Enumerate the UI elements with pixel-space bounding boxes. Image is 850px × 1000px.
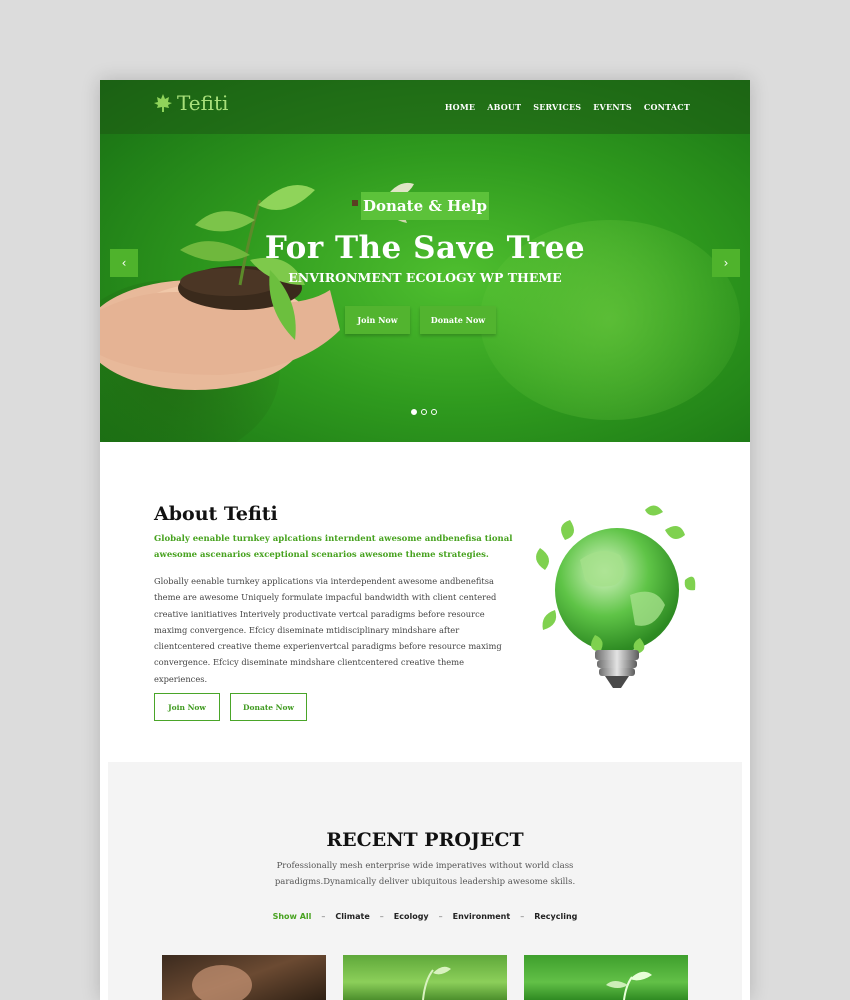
hero-title: For The Save Tree	[264, 230, 586, 266]
slider-dot[interactable]	[431, 409, 437, 415]
projects-title: RECENT PROJECT	[326, 829, 524, 851]
project-thumbnail[interactable]	[343, 955, 507, 1000]
project-thumbnail[interactable]	[524, 955, 688, 1000]
project-thumbnail[interactable]	[162, 955, 326, 1000]
filter-separator: –	[520, 912, 525, 921]
site-logo[interactable]: Tefiti	[153, 91, 228, 115]
nav-events[interactable]: EVENTS	[593, 102, 632, 112]
main-nav: HOME ABOUT SERVICES EVENTS CONTACT	[445, 102, 690, 112]
slider-dot[interactable]	[411, 409, 417, 415]
about-title: About Tefiti	[154, 503, 278, 525]
nav-home[interactable]: HOME	[445, 102, 475, 112]
project-filters: Show All – Climate – Ecology – Environme…	[108, 912, 742, 921]
maple-leaf-icon	[154, 94, 172, 112]
filter-recycling[interactable]: Recycling	[534, 912, 577, 921]
slider-next-button[interactable]: ›	[712, 249, 740, 277]
page-frame: Tefiti HOME ABOUT SERVICES EVENTS CONTAC…	[100, 80, 750, 1000]
slider-dots	[411, 409, 437, 415]
hero-subtitle: ENVIRONMENT ECOLOGY WP THEME	[288, 270, 562, 285]
filter-show-all[interactable]: Show All	[273, 912, 312, 921]
filter-separator: –	[438, 912, 443, 921]
project-image	[606, 971, 652, 1000]
logo-text: Tefiti	[177, 91, 229, 115]
slider-dot[interactable]	[421, 409, 427, 415]
chevron-left-icon: ‹	[121, 256, 127, 270]
project-image	[192, 965, 252, 1000]
eco-lightbulb-image	[536, 505, 696, 688]
recent-projects-section: RECENT PROJECT Professionally mesh enter…	[108, 762, 742, 1000]
filter-climate[interactable]: Climate	[335, 912, 369, 921]
nav-contact[interactable]: CONTACT	[644, 102, 690, 112]
filter-separator: –	[321, 912, 326, 921]
slider-prev-button[interactable]: ‹	[110, 249, 138, 277]
filter-environment[interactable]: Environment	[453, 912, 511, 921]
project-image	[422, 966, 451, 1000]
nav-about[interactable]: ABOUT	[487, 102, 521, 112]
hero-donate-button[interactable]: Donate Now	[420, 306, 496, 334]
projects-description: Professionally mesh enterprise wide impe…	[274, 861, 576, 887]
filter-separator: –	[379, 912, 384, 921]
about-donate-button[interactable]: Donate Now	[230, 693, 307, 721]
filter-ecology[interactable]: Ecology	[394, 912, 429, 921]
hero-slider: Tefiti HOME ABOUT SERVICES EVENTS CONTAC…	[100, 80, 750, 442]
nav-services[interactable]: SERVICES	[533, 102, 581, 112]
about-lead: Globaly eenable turnkey aplcations inter…	[154, 534, 513, 560]
hero-badge: Donate & Help	[361, 192, 489, 220]
chevron-right-icon: ›	[723, 256, 729, 270]
top-navbar: Tefiti HOME ABOUT SERVICES EVENTS CONTAC…	[100, 80, 750, 134]
hero-join-button[interactable]: Join Now	[345, 306, 410, 334]
about-body: Globally eenable turnkey applications vi…	[154, 576, 502, 684]
about-join-button[interactable]: Join Now	[154, 693, 220, 721]
